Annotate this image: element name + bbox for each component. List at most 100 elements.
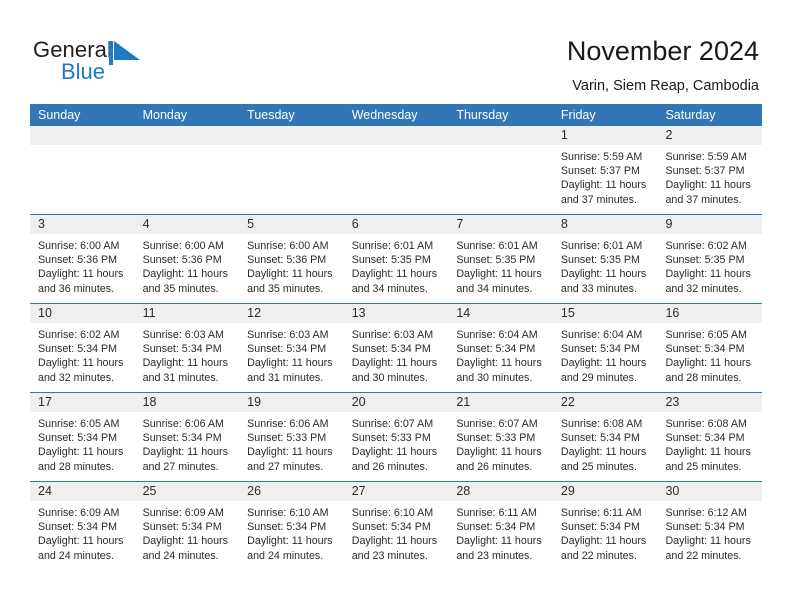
calendar-day-cell[interactable]: 17 Sunrise: 6:05 AM Sunset: 5:34 PM Dayligh…	[30, 393, 135, 481]
day-detail-line: Sunset: 5:34 PM	[456, 343, 536, 356]
calendar-day-cell[interactable]: 24 Sunrise: 6:09 AM Sunset: 5:34 PM Dayligh…	[30, 482, 135, 570]
day-number-band	[239, 126, 344, 145]
day-detail-line: Daylight: 11 hours	[456, 446, 542, 459]
brand-logo[interactable]: General Blue	[33, 38, 153, 90]
calendar-day-cell[interactable]: 19 Sunrise: 6:06 AM Sunset: 5:33 PM Dayligh…	[239, 393, 344, 481]
calendar-day-cell[interactable]: 3 Sunrise: 6:00 AM Sunset: 5:36 PM Daylight…	[30, 215, 135, 303]
day-detail-line: and 24 minutes.	[142, 549, 219, 562]
calendar-page: General Blue November 2024 Varin, Siem R…	[0, 0, 792, 612]
page-subtitle: Varin, Siem Reap, Cambodia	[572, 78, 759, 94]
day-detail-line: Sunrise: 6:02 AM	[665, 240, 747, 252]
day-details: Sunrise: 6:00 AM Sunset: 5:36 PM Daylight:…	[30, 234, 135, 296]
calendar-day-cell[interactable]: 8 Sunrise: 6:01 AM Sunset: 5:35 PM Daylight…	[552, 215, 658, 303]
calendar-day-cell[interactable]: 29 Sunrise: 6:11 AM Sunset: 5:34 PM Dayligh…	[552, 482, 658, 570]
day-details: Sunrise: 6:01 AM Sunset: 5:35 PM Daylight:…	[553, 234, 658, 296]
day-details	[448, 145, 553, 150]
day-detail-line: Daylight: 11 hours	[560, 179, 647, 192]
calendar-day-cell[interactable]: 28 Sunrise: 6:11 AM Sunset: 5:34 PM Dayligh…	[448, 482, 553, 570]
day-detail-line: and 25 minutes.	[560, 460, 637, 473]
calendar-day-cell[interactable]: 4 Sunrise: 6:00 AM Sunset: 5:36 PM Daylight…	[134, 215, 240, 303]
day-detail-line: Sunrise: 6:02 AM	[38, 329, 120, 341]
calendar-day-cell[interactable]: 12 Sunrise: 6:03 AM Sunset: 5:34 PM Dayligh…	[239, 304, 344, 392]
calendar-day-cell[interactable]: 18 Sunrise: 6:06 AM Sunset: 5:34 PM Dayligh…	[134, 393, 240, 481]
day-detail-line: Sunset: 5:34 PM	[665, 432, 745, 445]
day-detail-line: Sunset: 5:36 PM	[38, 254, 118, 267]
day-detail-line: Sunrise: 6:04 AM	[560, 329, 643, 341]
calendar-day-cell[interactable]: 7 Sunrise: 6:01 AM Sunset: 5:35 PM Daylight…	[448, 215, 553, 303]
day-detail-line: Sunrise: 6:00 AM	[247, 240, 329, 252]
day-number: 26	[247, 484, 262, 498]
calendar-day-cell[interactable]: 20 Sunrise: 6:07 AM Sunset: 5:33 PM Dayligh…	[343, 393, 449, 481]
calendar-day-cell[interactable]: 27 Sunrise: 6:10 AM Sunset: 5:34 PM Dayligh…	[343, 482, 449, 570]
calendar-day-cell[interactable]: 26 Sunrise: 6:10 AM Sunset: 5:34 PM Dayligh…	[239, 482, 344, 570]
day-detail-line: Sunset: 5:37 PM	[560, 165, 640, 178]
calendar-day-cell[interactable]: 1 Sunrise: 5:59 AM Sunset: 5:37 PM Daylight…	[552, 126, 658, 214]
calendar-day-cell[interactable]: 30 Sunrise: 6:12 AM Sunset: 5:34 PM Dayligh…	[657, 482, 763, 570]
calendar-week-row: 17 Sunrise: 6:05 AM Sunset: 5:34 PM Dayligh…	[30, 392, 763, 481]
day-detail-line: Daylight: 11 hours	[456, 357, 542, 370]
day-detail-line: and 27 minutes.	[247, 460, 324, 473]
calendar-day-cell[interactable]: 25 Sunrise: 6:09 AM Sunset: 5:34 PM Dayligh…	[134, 482, 240, 570]
day-detail-line: and 22 minutes.	[665, 549, 742, 562]
day-detail-line: Daylight: 11 hours	[142, 268, 228, 281]
calendar-day-cell[interactable]: 2 Sunrise: 5:59 AM Sunset: 5:37 PM Daylight…	[657, 126, 763, 214]
day-details	[344, 145, 449, 150]
calendar-weeks: 1 Sunrise: 5:59 AM Sunset: 5:37 PM Daylight…	[30, 126, 763, 570]
day-detail-line: Sunset: 5:36 PM	[142, 254, 222, 267]
calendar-day-cell[interactable]: 11 Sunrise: 6:03 AM Sunset: 5:34 PM Dayligh…	[134, 304, 240, 392]
day-detail-line: and 34 minutes.	[351, 282, 428, 295]
calendar-day-cell-empty	[343, 126, 449, 214]
calendar-day-cell[interactable]: 22 Sunrise: 6:08 AM Sunset: 5:34 PM Dayligh…	[552, 393, 658, 481]
calendar-week-row: 24 Sunrise: 6:09 AM Sunset: 5:34 PM Dayligh…	[30, 481, 763, 570]
day-detail-line: Sunset: 5:35 PM	[456, 254, 536, 267]
day-number: 6	[351, 217, 359, 231]
day-detail-line: Sunset: 5:34 PM	[560, 432, 640, 445]
day-number: 29	[560, 484, 575, 498]
calendar-day-cell-empty	[448, 126, 553, 214]
weekday-header-tuesday: Tuesday	[247, 108, 295, 122]
day-detail-line: Daylight: 11 hours	[142, 357, 228, 370]
calendar-day-cell[interactable]: 5 Sunrise: 6:00 AM Sunset: 5:36 PM Daylight…	[239, 215, 344, 303]
day-detail-line: Sunrise: 6:00 AM	[142, 240, 224, 252]
calendar-day-cell-empty	[134, 126, 240, 214]
day-number: 2	[665, 128, 673, 142]
page-title: November 2024	[566, 36, 759, 66]
day-details	[135, 145, 240, 150]
day-details: Sunrise: 6:02 AM Sunset: 5:35 PM Daylight:…	[657, 234, 762, 296]
day-details: Sunrise: 6:02 AM Sunset: 5:34 PM Daylight:…	[30, 323, 135, 385]
weekday-header-row: Sunday Monday Tuesday Wednesday Thursday Frid…	[30, 104, 762, 126]
day-detail-line: Sunset: 5:34 PM	[247, 521, 327, 534]
day-detail-line: and 24 minutes.	[247, 549, 324, 562]
day-detail-line: Sunset: 5:33 PM	[247, 432, 327, 445]
day-detail-line: and 37 minutes.	[665, 193, 742, 206]
day-details: Sunrise: 6:12 AM Sunset: 5:34 PM Daylight:…	[657, 501, 762, 563]
calendar-day-cell[interactable]: 16 Sunrise: 6:05 AM Sunset: 5:34 PM Dayligh…	[657, 304, 763, 392]
day-detail-line: Sunrise: 5:59 AM	[560, 151, 643, 163]
calendar-day-cell[interactable]: 13 Sunrise: 6:03 AM Sunset: 5:34 PM Dayligh…	[343, 304, 449, 392]
day-number: 28	[456, 484, 471, 498]
day-number: 18	[142, 395, 157, 409]
day-number: 24	[38, 484, 52, 498]
calendar-day-cell[interactable]: 21 Sunrise: 6:07 AM Sunset: 5:33 PM Dayligh…	[448, 393, 553, 481]
day-number-band: 18	[134, 393, 240, 412]
calendar-week-row: 10 Sunrise: 6:02 AM Sunset: 5:34 PM Dayligh…	[30, 303, 763, 392]
day-details: Sunrise: 6:06 AM Sunset: 5:33 PM Daylight:…	[239, 412, 344, 474]
day-detail-line: Sunset: 5:34 PM	[560, 521, 640, 534]
day-number-band: 20	[343, 393, 449, 412]
day-detail-line: Sunrise: 6:03 AM	[247, 329, 329, 341]
calendar-day-cell[interactable]: 10 Sunrise: 6:02 AM Sunset: 5:34 PM Dayligh…	[30, 304, 135, 392]
day-detail-line: Daylight: 11 hours	[665, 357, 751, 370]
day-detail-line: Sunset: 5:33 PM	[456, 432, 536, 445]
calendar-day-cell[interactable]: 9 Sunrise: 6:02 AM Sunset: 5:35 PM Daylight…	[657, 215, 763, 303]
day-detail-line: Sunrise: 6:01 AM	[456, 240, 538, 252]
day-details: Sunrise: 6:08 AM Sunset: 5:34 PM Daylight:…	[553, 412, 658, 474]
day-detail-line: Daylight: 11 hours	[351, 446, 438, 459]
day-detail-line: Sunset: 5:34 PM	[142, 432, 222, 445]
calendar-day-cell[interactable]: 14 Sunrise: 6:04 AM Sunset: 5:34 PM Dayligh…	[448, 304, 553, 392]
calendar-grid: Sunday Monday Tuesday Wednesday Thursday Frid…	[30, 104, 763, 570]
calendar-day-cell[interactable]: 6 Sunrise: 6:01 AM Sunset: 5:35 PM Daylight…	[343, 215, 449, 303]
calendar-day-cell[interactable]: 23 Sunrise: 6:08 AM Sunset: 5:34 PM Dayligh…	[657, 393, 763, 481]
day-detail-line: and 32 minutes.	[38, 371, 115, 384]
day-detail-line: Daylight: 11 hours	[456, 535, 542, 548]
calendar-day-cell[interactable]: 15 Sunrise: 6:04 AM Sunset: 5:34 PM Dayligh…	[552, 304, 658, 392]
